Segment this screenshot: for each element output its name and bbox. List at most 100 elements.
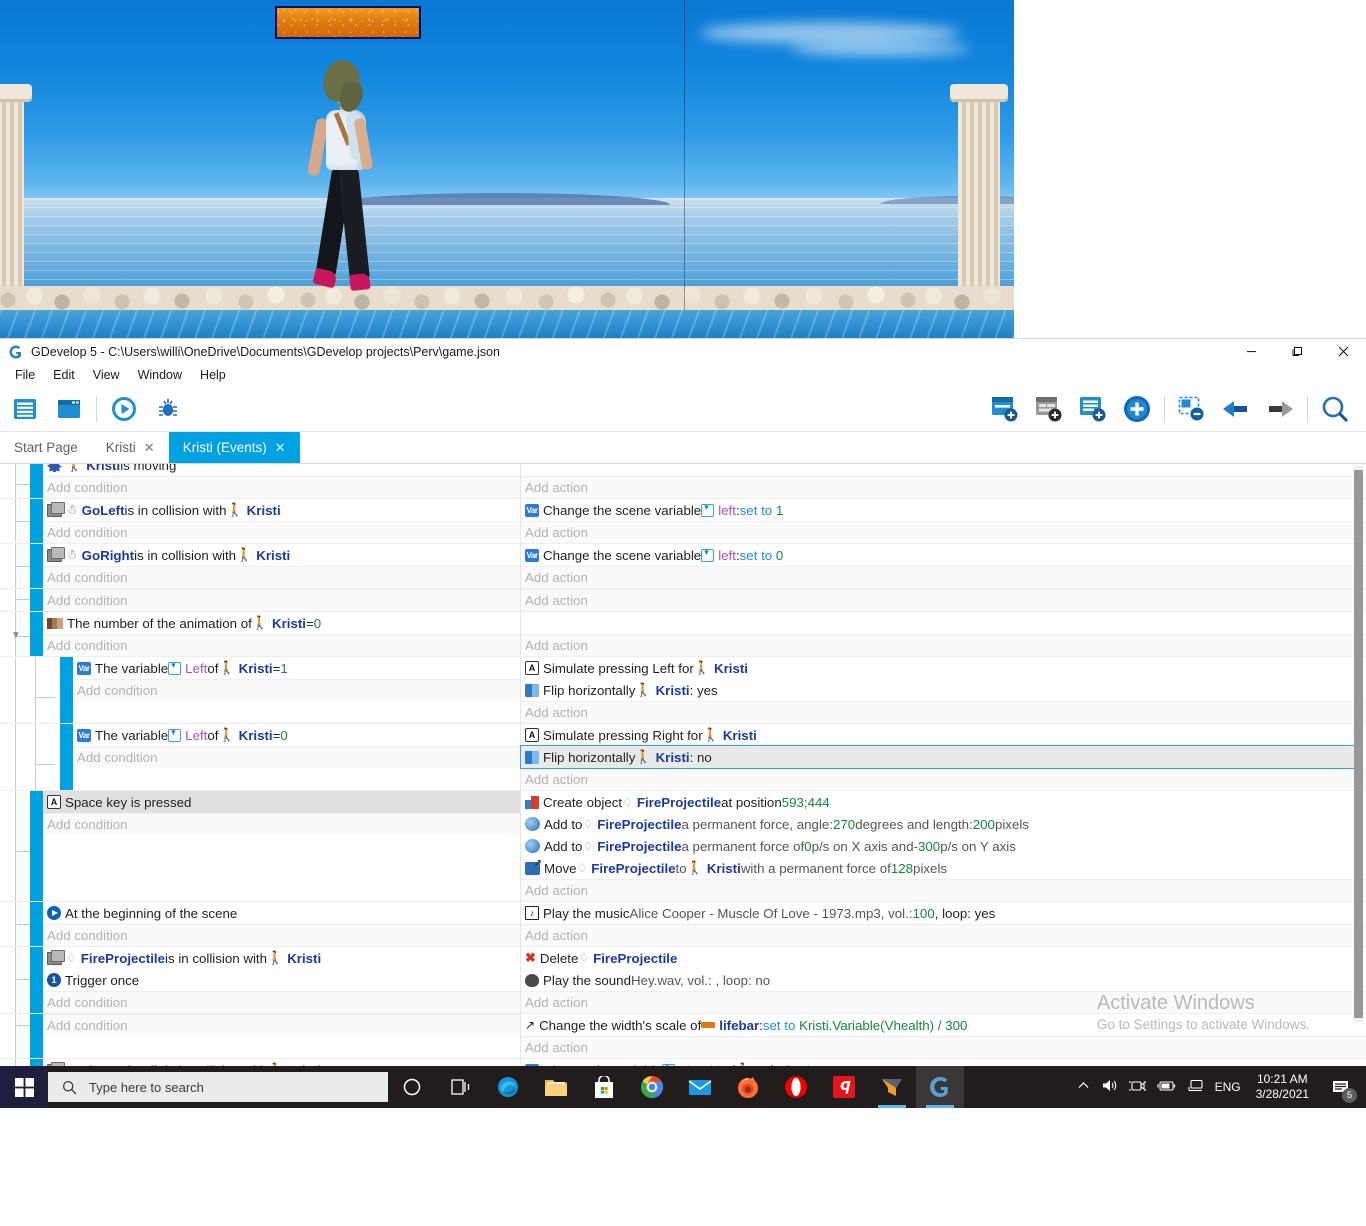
conditions-column[interactable]: ☃ GoRight is in collision with 🚶 Kristi … xyxy=(43,544,521,588)
event-row[interactable]: ▼ The number of the animation of 🚶 Krist… xyxy=(0,612,1366,657)
action-line-selected[interactable]: Flip horizontally 🚶 Kristi : no xyxy=(521,746,1362,768)
firefox-icon[interactable] xyxy=(724,1066,772,1108)
add-external-layout-icon[interactable] xyxy=(1032,392,1066,426)
action-line[interactable]: ✖ Delete ♢ FireProjectile xyxy=(521,947,1366,969)
menu-help[interactable]: Help xyxy=(191,366,235,384)
add-action-placeholder[interactable]: Add action xyxy=(521,476,1366,498)
actions-column[interactable]: ↗ Change the width's scale of lifebar : … xyxy=(521,1014,1366,1058)
event-row[interactable]: ☃ GoLeft is in collision with 🚶 Kristi A… xyxy=(0,499,1366,544)
event-row[interactable]: Add condition Add action xyxy=(0,589,1366,612)
add-condition-placeholder[interactable]: Add condition xyxy=(73,746,520,768)
notification-center-button[interactable]: 5 xyxy=(1324,1066,1358,1108)
chrome-icon[interactable] xyxy=(628,1066,676,1108)
preview-icon[interactable] xyxy=(107,392,141,426)
tab-kristi[interactable]: Kristi ✕ xyxy=(92,432,169,463)
add-action-placeholder[interactable]: Add action xyxy=(521,768,1366,790)
conditions-column[interactable]: Add condition xyxy=(43,1014,521,1058)
open-project-manager-icon[interactable] xyxy=(8,392,42,426)
add-action-placeholder[interactable]: Add action xyxy=(521,991,1366,1013)
action-line[interactable]: Add to ♢ FireProjectile a permanent forc… xyxy=(521,835,1366,857)
add-condition-placeholder[interactable]: Add condition xyxy=(43,991,520,1013)
gdevelop-icon[interactable] xyxy=(916,1066,964,1108)
conditions-column[interactable]: Var The variable Left of 🚶 Kristi = 0 Ad… xyxy=(73,724,521,790)
tab-close-icon[interactable]: ✕ xyxy=(275,440,286,456)
event-row[interactable]: 🚶 Kristi is moving Add condition Add act… xyxy=(0,464,1366,499)
file-explorer-icon[interactable] xyxy=(532,1066,580,1108)
conditions-column[interactable]: The number of the animation of 🚶 Kristi … xyxy=(43,612,521,656)
events-vertical-scrollbar[interactable] xyxy=(1354,466,1363,1022)
network-icon[interactable] xyxy=(1187,1079,1204,1096)
mail-icon[interactable] xyxy=(676,1066,724,1108)
add-condition-placeholder[interactable]: Add condition xyxy=(43,813,520,835)
action-line[interactable]: Play the sound Hey.wav, vol.: , loop: no xyxy=(521,969,1366,991)
conditions-column[interactable]: At the beginning of the scene Add condit… xyxy=(43,902,521,946)
search-icon[interactable] xyxy=(1318,392,1352,426)
add-condition-placeholder[interactable]: Add condition xyxy=(43,1014,520,1036)
condition-line[interactable]: ☃ GoRight is in collision with 🚶 Kristi xyxy=(43,544,520,566)
action-line[interactable]: Create object ♢ FireProjectile at positi… xyxy=(521,791,1366,813)
actions-column[interactable]: ♪ Play the music Alice Cooper - Muscle O… xyxy=(521,902,1366,946)
add-condition-placeholder[interactable]: Add condition xyxy=(43,566,520,588)
add-condition-placeholder[interactable]: Add condition xyxy=(43,521,520,543)
close-button[interactable] xyxy=(1320,339,1366,364)
add-action-placeholder[interactable]: Add action xyxy=(521,879,1366,901)
language-indicator[interactable]: ENG xyxy=(1215,1080,1241,1094)
condition-line-selected[interactable]: A Space key is pressed xyxy=(43,791,520,813)
events-sheet[interactable]: 🚶 Kristi is moving Add condition Add act… xyxy=(0,464,1366,1081)
conditions-column[interactable]: 🚶 Kristi is moving Add condition xyxy=(43,464,521,498)
open-scene-editor-icon[interactable] xyxy=(52,392,86,426)
add-condition-placeholder[interactable]: Add condition xyxy=(43,589,520,611)
add-action-placeholder[interactable]: Add action xyxy=(521,634,1366,656)
search-input[interactable]: Type here to search xyxy=(48,1072,388,1102)
action-line[interactable]: Move ♢ FireProjectile to 🚶 Kristi with a… xyxy=(521,857,1366,879)
action-line[interactable]: Var Change the scene variable left : set… xyxy=(521,499,1366,521)
tag-app-icon[interactable] xyxy=(868,1066,916,1108)
camera-icon[interactable] xyxy=(1129,1079,1146,1096)
add-action-placeholder[interactable]: Add action xyxy=(521,701,1366,723)
opera-icon[interactable] xyxy=(772,1066,820,1108)
add-action-placeholder[interactable]: Add action xyxy=(521,566,1366,588)
tab-kristi-events[interactable]: Kristi (Events) ✕ xyxy=(169,432,300,463)
add-action-placeholder[interactable]: Add action xyxy=(521,924,1366,946)
tab-start-page[interactable]: Start Page xyxy=(0,432,92,463)
actions-column[interactable]: Var Change the scene variable left : set… xyxy=(521,544,1366,588)
battery-icon[interactable] xyxy=(1157,1080,1176,1095)
action-line[interactable]: Flip horizontally 🚶 Kristi : yes xyxy=(521,679,1366,701)
menu-file[interactable]: File xyxy=(6,366,44,384)
action-line[interactable]: A Simulate pressing Left for 🚶 Kristi xyxy=(521,657,1366,679)
add-external-events-icon[interactable] xyxy=(1076,392,1110,426)
debug-icon[interactable] xyxy=(151,392,185,426)
actions-column[interactable]: ✖ Delete ♢ FireProjectile Play the sound… xyxy=(521,947,1366,1013)
add-condition-placeholder[interactable]: Add condition xyxy=(43,476,520,498)
undo-icon[interactable] xyxy=(1219,392,1253,426)
actions-column[interactable]: Create object ♢ FireProjectile at positi… xyxy=(521,791,1366,901)
show-hidden-icons-icon[interactable] xyxy=(1077,1079,1090,1095)
microsoft-store-icon[interactable] xyxy=(580,1066,628,1108)
actions-column[interactable]: A Simulate pressing Right for 🚶 Kristi F… xyxy=(521,724,1366,790)
maximize-button[interactable] xyxy=(1274,339,1320,364)
action-line[interactable]: Var Change the scene variable left : set… xyxy=(521,544,1366,566)
start-button[interactable] xyxy=(0,1066,48,1108)
menu-view[interactable]: View xyxy=(84,366,129,384)
event-row-nested[interactable]: Var The variable Left of 🚶 Kristi = 1 Ad… xyxy=(0,657,1366,724)
actions-column[interactable]: Var Change the scene variable left : set… xyxy=(521,499,1366,543)
clock[interactable]: 10:21 AM 3/28/2021 xyxy=(1252,1072,1313,1102)
actions-column[interactable]: Add action xyxy=(521,589,1366,611)
add-new-scene-icon[interactable] xyxy=(988,392,1022,426)
scrollbar-thumb[interactable] xyxy=(1354,470,1363,1018)
conditions-column[interactable]: A Space key is pressed Add condition xyxy=(43,791,521,901)
volume-icon[interactable] xyxy=(1101,1078,1118,1096)
redo-icon[interactable] xyxy=(1263,392,1297,426)
conditions-column[interactable]: Var The variable Left of 🚶 Kristi = 1 Ad… xyxy=(73,657,521,723)
menu-window[interactable]: Window xyxy=(129,366,191,384)
event-row[interactable]: A Space key is pressed Add condition Cre… xyxy=(0,791,1366,902)
minimize-button[interactable] xyxy=(1228,339,1274,364)
action-line[interactable]: A Simulate pressing Right for 🚶 Kristi xyxy=(521,724,1366,746)
condition-line[interactable]: ♢ FireProjectile is in collision with 🚶 … xyxy=(43,947,520,969)
cortana-icon[interactable] xyxy=(388,1066,436,1108)
condition-line[interactable]: 1 Trigger once xyxy=(43,969,520,991)
tab-close-icon[interactable]: ✕ xyxy=(144,440,155,456)
event-row[interactable]: Add condition ↗ Change the width's scale… xyxy=(0,1014,1366,1059)
event-row[interactable]: ☃ GoRight is in collision with 🚶 Kristi … xyxy=(0,544,1366,589)
add-condition-placeholder[interactable]: Add condition xyxy=(43,924,520,946)
